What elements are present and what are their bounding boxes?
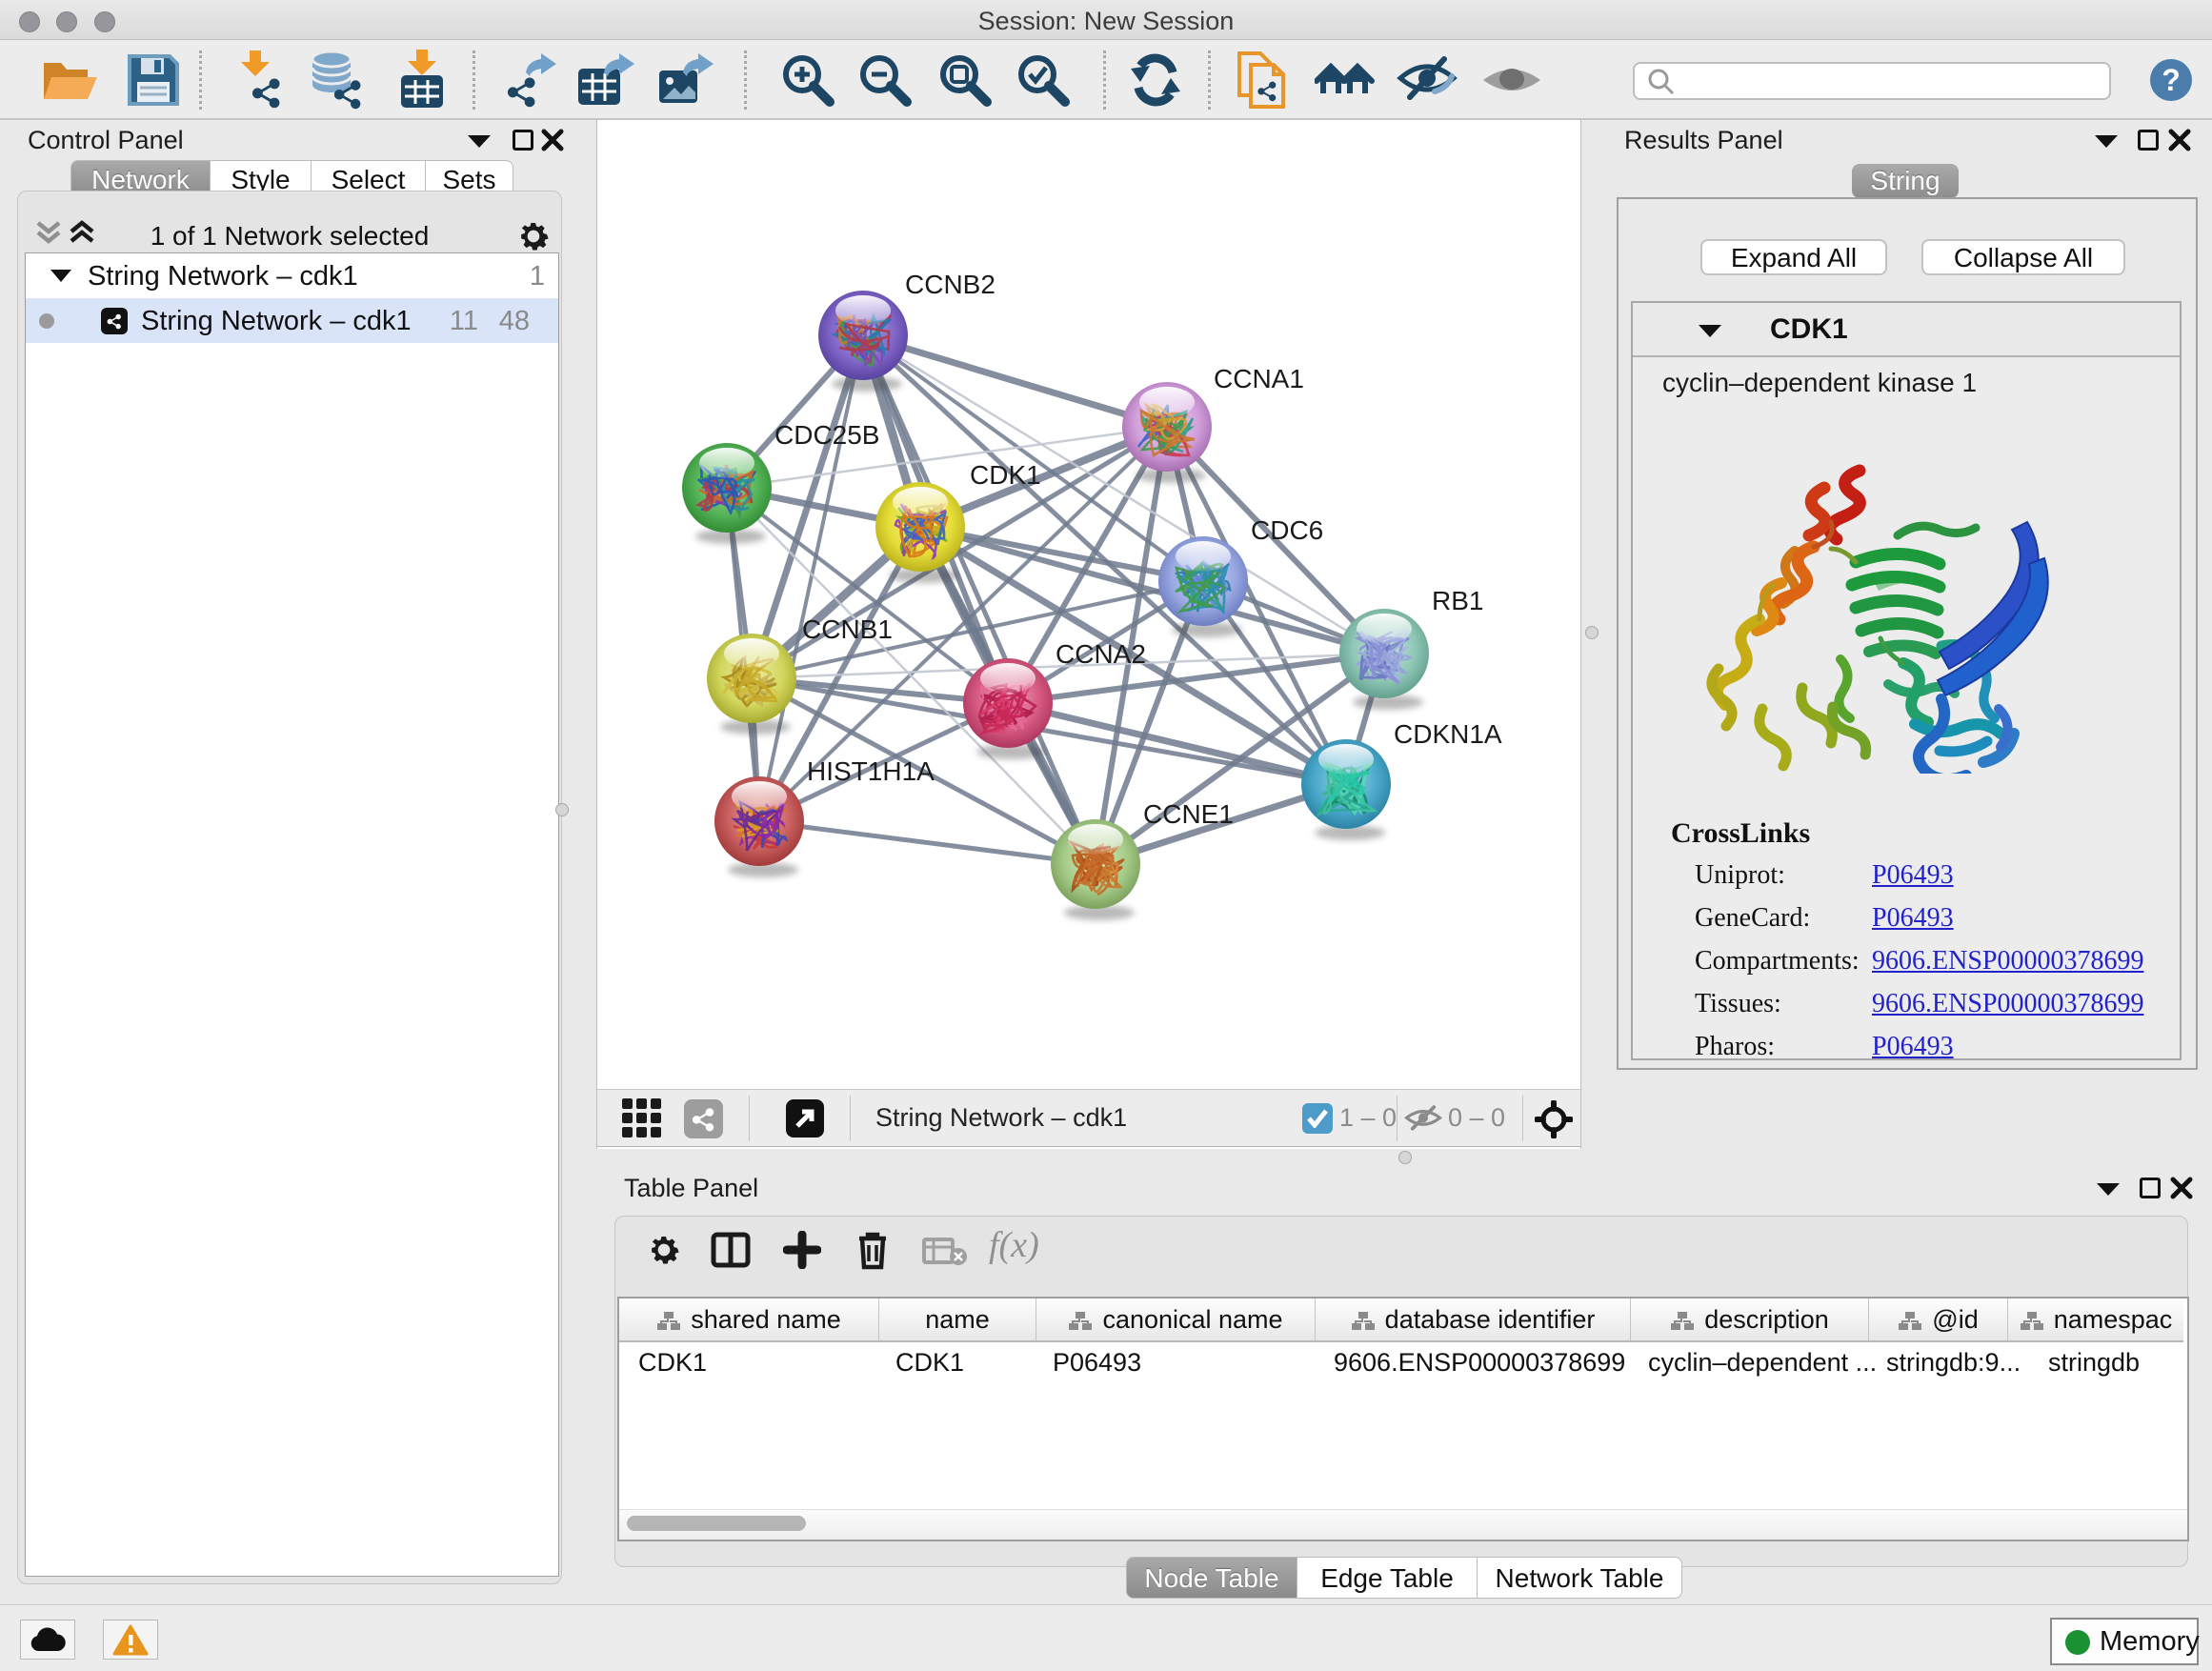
svg-text:CDC6: CDC6	[1251, 515, 1323, 545]
svg-text:RB1: RB1	[1432, 586, 1483, 615]
svg-text:CCNE1: CCNE1	[1143, 799, 1234, 829]
svg-text:HIST1H1A: HIST1H1A	[807, 756, 935, 786]
svg-text:CCNA1: CCNA1	[1214, 364, 1304, 393]
svg-text:?: ?	[2162, 63, 2181, 97]
svg-text:CDC25B: CDC25B	[774, 420, 879, 450]
svg-text:CDK1: CDK1	[970, 460, 1041, 490]
svg-text:CCNB1: CCNB1	[802, 614, 893, 644]
svg-text:CCNA2: CCNA2	[1056, 639, 1146, 669]
svg-text:CCNB2: CCNB2	[905, 270, 995, 299]
svg-text:CDKN1A: CDKN1A	[1394, 719, 1502, 749]
